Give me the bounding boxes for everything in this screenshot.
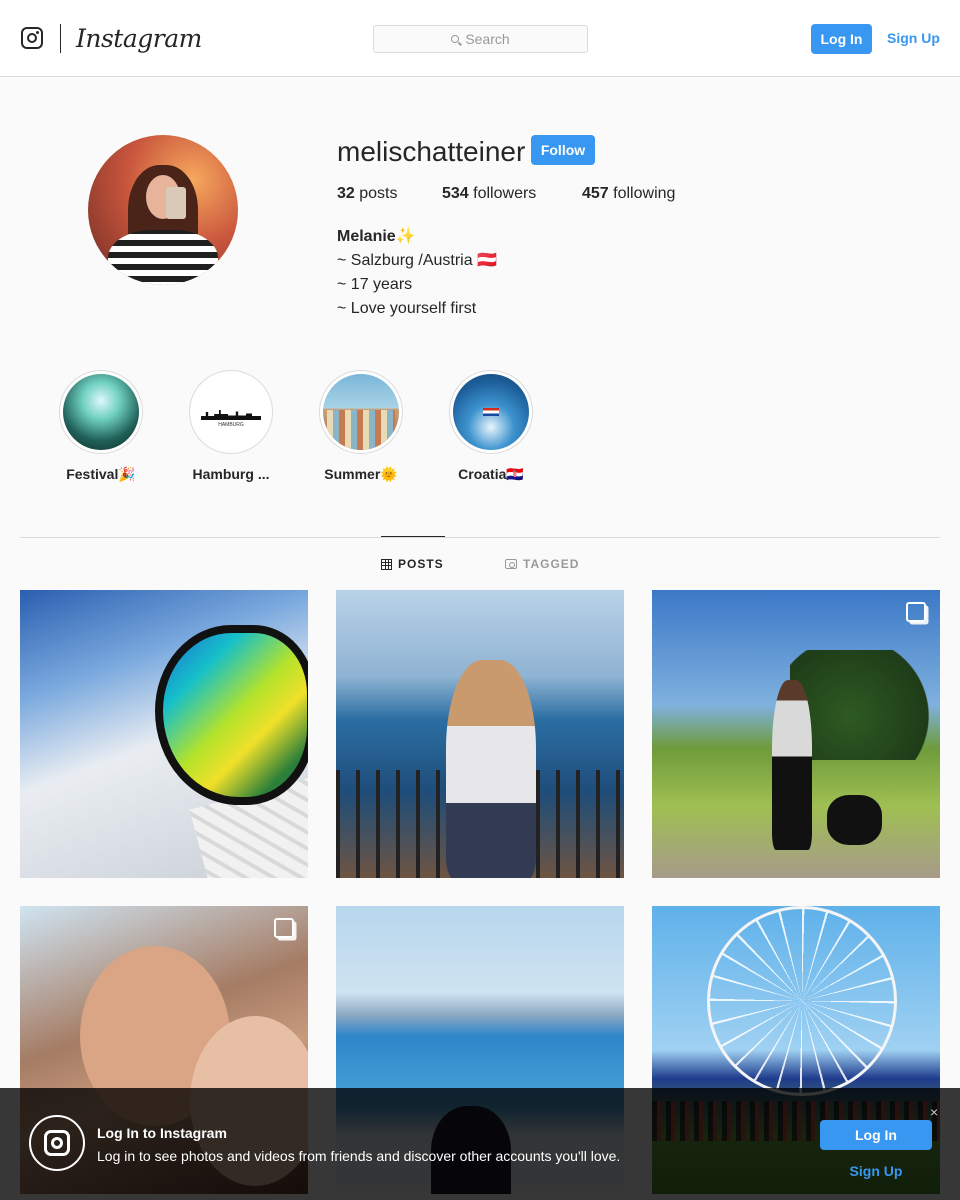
post-thumbnail[interactable] [20,590,308,878]
highlight-label: Croatia🇭🇷 [458,466,524,482]
highlight-croatia[interactable]: Croatia🇭🇷 [431,370,551,483]
profile-bio: Melanie✨ ~ Salzburg /Austria 🇦🇹 ~ 17 yea… [337,225,497,321]
instagram-wordmark[interactable]: Instagram [76,24,202,53]
profile-avatar[interactable] [88,135,238,285]
banner-title: Log In to Instagram [97,1125,227,1141]
following-label: following [613,185,676,202]
post-thumbnail[interactable] [336,590,624,878]
banner-login-button[interactable]: Log In [820,1120,932,1150]
tabs-divider [20,537,940,538]
highlight-festival[interactable]: Festival🎉 [41,370,161,483]
highlight-label: Hamburg ... [192,466,270,482]
highlight-cover: HAMBURG [189,370,273,454]
profile-stats: 32 posts 534 followers 457 following [337,185,675,203]
followers-count: 534 [442,185,469,202]
posts-label: posts [359,185,398,202]
bio-full-name: Melanie✨ [337,228,416,245]
tab-posts-label: POSTS [398,557,444,571]
grid-icon [381,558,392,570]
tab-posts[interactable]: POSTS [381,557,444,571]
profile-username: melischatteiner [337,136,526,167]
instagram-camera-icon[interactable] [21,27,43,49]
highlight-cover [59,370,143,454]
highlight-summer[interactable]: Summer🌞 [301,370,421,483]
multiple-photos-icon [274,918,294,938]
login-prompt-banner: Log In to Instagram Log in to see photos… [0,1088,960,1200]
bio-line: ~ Love yourself first [337,300,477,317]
skyline-caption: HAMBURG [218,422,244,428]
post-thumbnail[interactable] [652,590,940,878]
search-input[interactable]: Search [373,25,588,53]
signup-link[interactable]: Sign Up [887,30,940,46]
bio-line: ~ 17 years [337,276,413,293]
highlight-label: Festival🎉 [66,466,136,482]
close-icon[interactable]: × [930,1104,938,1120]
bio-line: ~ Salzburg /Austria 🇦🇹 [337,252,497,269]
instagram-logo-icon [29,1115,85,1171]
skyline-graphic [201,410,261,420]
banner-description: Log in to see photos and videos from fri… [97,1148,621,1164]
followers-label: followers [473,185,537,202]
tagged-photo-icon [505,559,517,569]
login-button[interactable]: Log In [811,24,872,54]
followers-stat[interactable]: 534 followers [442,185,582,203]
posts-count: 32 [337,185,355,202]
banner-signup-link[interactable]: Sign Up [820,1163,932,1179]
tab-tagged[interactable]: TAGGED [505,557,579,571]
following-count: 457 [582,185,609,202]
multiple-photos-icon [906,602,926,622]
highlight-hamburg[interactable]: HAMBURG Hamburg ... [171,370,291,482]
top-navigation-bar: Instagram Search Log In Sign Up [0,0,960,77]
posts-count-stat: 32 posts [337,185,442,203]
highlight-cover [319,370,403,454]
following-stat[interactable]: 457 following [582,185,675,203]
tab-tagged-label: TAGGED [523,557,580,571]
search-icon [451,35,460,43]
logo-divider [60,24,61,53]
highlight-label: Summer🌞 [324,466,398,482]
follow-button[interactable]: Follow [531,135,595,165]
active-tab-indicator [381,536,445,537]
highlight-cover [449,370,533,454]
search-placeholder: Search [465,31,510,47]
